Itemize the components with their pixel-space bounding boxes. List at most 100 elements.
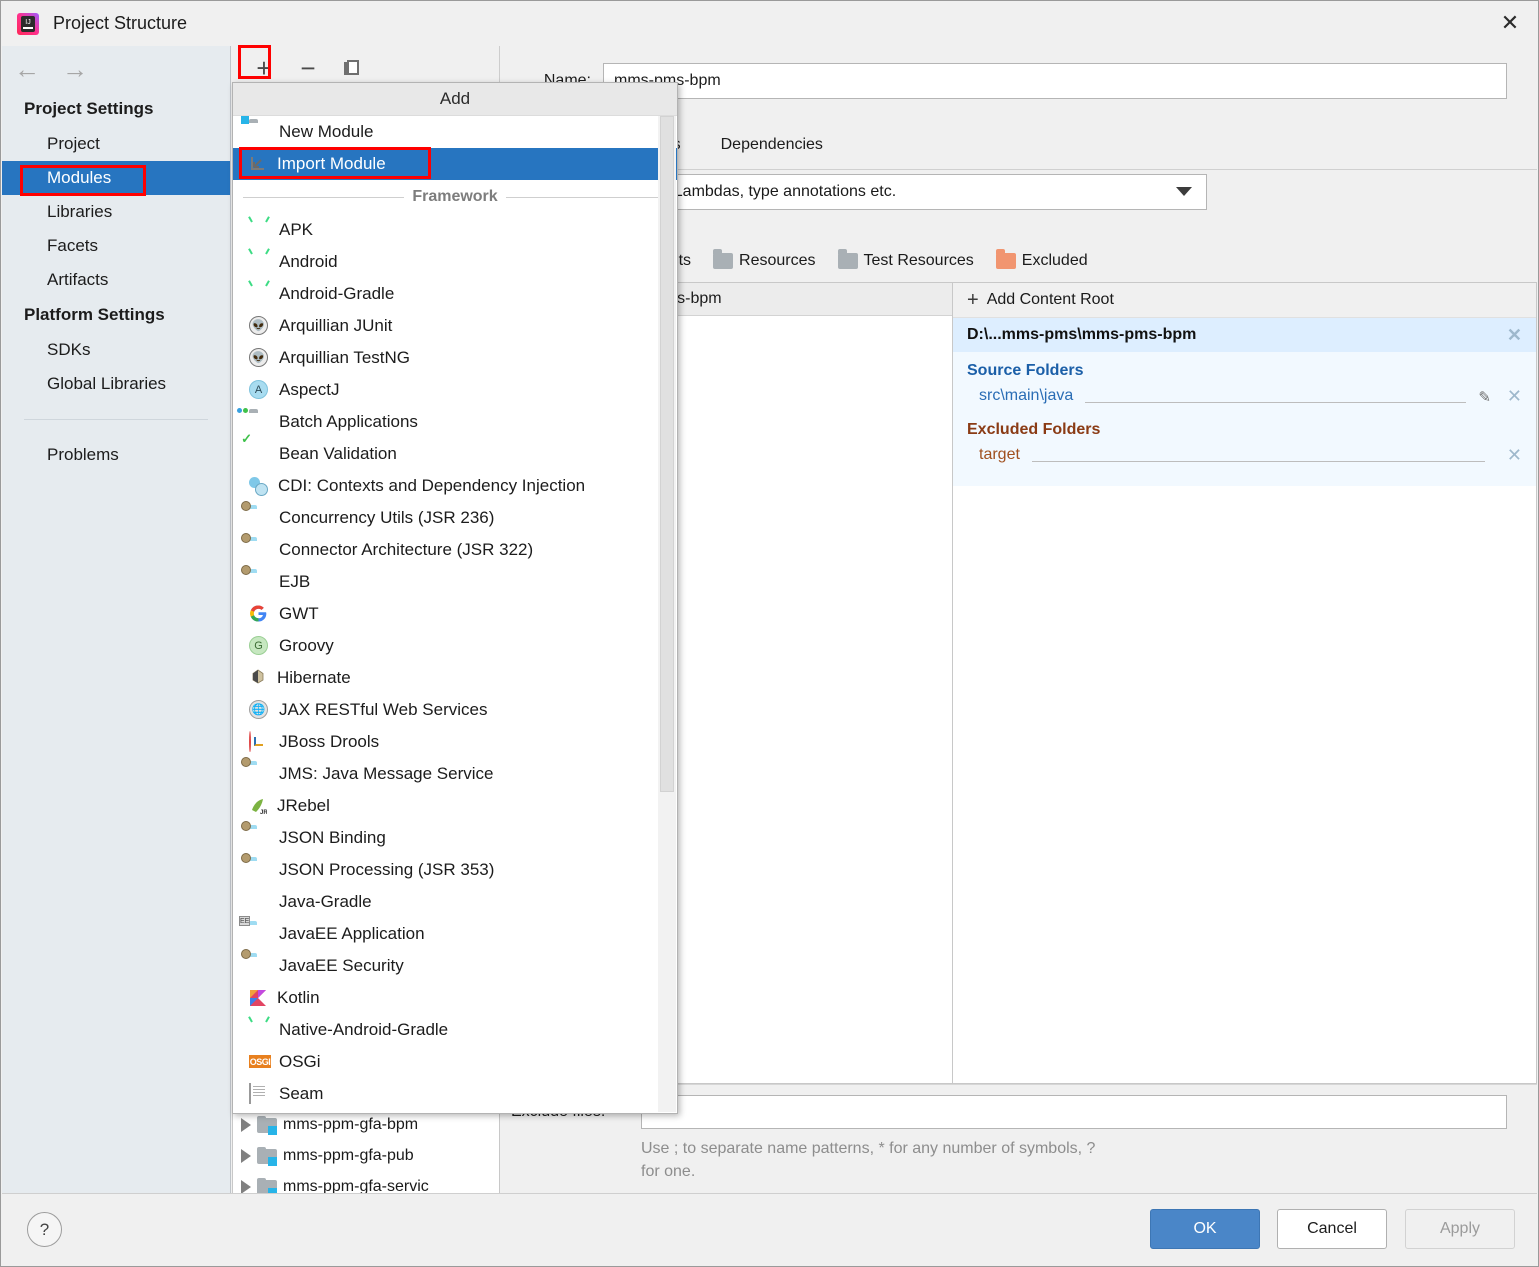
chevron-right-icon[interactable]: [241, 1118, 251, 1132]
menu-item-label: JavaEE Application: [279, 924, 425, 944]
menu-item-label: GWT: [279, 604, 319, 624]
cdi-icon: [249, 477, 268, 496]
apply-button[interactable]: Apply: [1405, 1209, 1515, 1249]
menu-item-ejb[interactable]: EJB: [233, 566, 677, 598]
help-button[interactable]: ?: [27, 1212, 62, 1247]
legend-resources[interactable]: Resources: [713, 252, 815, 270]
sidebar-item-problems[interactable]: Problems: [2, 438, 230, 472]
minus-icon[interactable]: −: [294, 54, 322, 82]
exclude-files-input[interactable]: [641, 1095, 1507, 1129]
menu-item-cdi[interactable]: CDI: Contexts and Dependency Injection: [233, 470, 677, 502]
add-content-root-button[interactable]: + Add Content Root: [953, 283, 1536, 318]
menu-item-spring-batch[interactable]: Spring Batch: [233, 1110, 677, 1114]
menu-item-label: New Module: [279, 122, 374, 142]
add-popup-menu: Add New Module Import Module Framework: [232, 82, 678, 1114]
menu-item-jboss-drools[interactable]: JBoss Drools: [233, 726, 677, 758]
module-name: mms-ppm-gfa-servic: [283, 1178, 429, 1195]
legend-resources-label: Resources: [739, 252, 815, 270]
menu-item-concurrency-utils[interactable]: Concurrency Utils (JSR 236): [233, 502, 677, 534]
window-title: Project Structure: [53, 13, 187, 34]
menu-item-arquillian-junit[interactable]: 👽 Arquillian JUnit: [233, 310, 677, 342]
sidebar-item-project[interactable]: Project: [2, 127, 230, 161]
language-level-select[interactable]: - Lambdas, type annotations etc.: [651, 174, 1207, 210]
arrow-right-icon[interactable]: →: [62, 56, 88, 82]
close-icon[interactable]: ✕: [1507, 386, 1522, 407]
plus-icon[interactable]: +: [250, 54, 278, 82]
menu-item-label: CDI: Contexts and Dependency Injection: [278, 476, 585, 496]
menu-item-apk[interactable]: APK: [233, 214, 677, 246]
menu-item-javaee-security[interactable]: JavaEE Security: [233, 950, 677, 982]
ok-button[interactable]: OK: [1150, 1209, 1260, 1249]
close-icon[interactable]: ✕: [1482, 1, 1538, 45]
javaee-icon: [249, 572, 269, 592]
menu-item-seam[interactable]: Seam: [233, 1078, 677, 1110]
menu-item-arquillian-testng[interactable]: 👽 Arquillian TestNG: [233, 342, 677, 374]
source-folder-row[interactable]: src\main\java ✎ ✕: [953, 382, 1536, 411]
tab-dependencies[interactable]: Dependencies: [721, 136, 823, 154]
module-name-input[interactable]: mms-pms-bpm: [603, 63, 1507, 99]
chevron-down-icon: [1176, 187, 1192, 196]
list-item[interactable]: mms-ppm-gfa-pub: [233, 1140, 499, 1171]
menu-item-hibernate[interactable]: Hibernate: [233, 662, 677, 694]
menu-item-java-gradle[interactable]: Java-Gradle: [233, 886, 677, 918]
excluded-folder-row[interactable]: target ✕: [953, 441, 1536, 470]
menu-item-label: JSON Binding: [279, 828, 386, 848]
chevron-right-icon[interactable]: [241, 1149, 251, 1163]
pencil-icon[interactable]: ✎: [1478, 388, 1491, 406]
navigation-arrows: ← →: [2, 46, 230, 91]
menu-item-connector-architecture[interactable]: Connector Architecture (JSR 322): [233, 534, 677, 566]
arrow-left-icon[interactable]: ←: [14, 56, 40, 82]
cancel-button[interactable]: Cancel: [1277, 1209, 1387, 1249]
sidebar-item-modules[interactable]: Modules: [2, 161, 230, 195]
module-name: mms-ppm-gfa-bpm: [283, 1116, 418, 1134]
menu-item-bean-validation[interactable]: Bean Validation: [233, 438, 677, 470]
popup-scrollbar-thumb[interactable]: [660, 116, 674, 792]
menu-item-new-module[interactable]: New Module: [233, 116, 677, 148]
menu-item-android[interactable]: Android: [233, 246, 677, 278]
javaee-icon: [249, 508, 269, 528]
menu-item-json-binding[interactable]: JSON Binding: [233, 822, 677, 854]
menu-item-json-processing[interactable]: JSON Processing (JSR 353): [233, 854, 677, 886]
menu-item-groovy[interactable]: G Groovy: [233, 630, 677, 662]
sidebar-item-facets[interactable]: Facets: [2, 229, 230, 263]
android-icon: [249, 284, 269, 304]
sidebar-item-global-libraries[interactable]: Global Libraries: [2, 367, 230, 401]
legend-excluded[interactable]: Excluded: [996, 252, 1088, 270]
menu-item-label: Hibernate: [277, 668, 351, 688]
list-item[interactable]: mms-ppm-gfa-servic: [233, 1171, 499, 1194]
copy-icon[interactable]: [338, 54, 366, 82]
menu-item-jms[interactable]: JMS: Java Message Service: [233, 758, 677, 790]
content-root-path: D:\...mms-pms\mms-pms-bpm: [967, 326, 1196, 344]
divider-line-left: [243, 197, 404, 198]
menu-item-kotlin[interactable]: Kotlin: [233, 982, 677, 1014]
menu-item-native-android-gradle[interactable]: Native-Android-Gradle: [233, 1014, 677, 1046]
menu-item-batch-applications[interactable]: Batch Applications: [233, 406, 677, 438]
menu-item-javaee-application[interactable]: EE JavaEE Application: [233, 918, 677, 950]
menu-item-gwt[interactable]: GWT: [233, 598, 677, 630]
menu-item-jax-restful[interactable]: 🌐 JAX RESTful Web Services: [233, 694, 677, 726]
content-root-detail-panel: + Add Content Root D:\...mms-pms\mms-pms…: [953, 282, 1537, 1084]
chevron-right-icon[interactable]: [241, 1180, 251, 1194]
menu-item-label: JAX RESTful Web Services: [279, 700, 487, 720]
row-underline: [1085, 390, 1466, 403]
sidebar-item-artifacts[interactable]: Artifacts: [2, 263, 230, 297]
close-icon[interactable]: ✕: [1507, 325, 1522, 346]
module-name: mms-ppm-gfa-pub: [283, 1147, 414, 1165]
row-underline: [1032, 449, 1485, 462]
menu-item-osgi[interactable]: OSGI OSGi: [233, 1046, 677, 1078]
sidebar-group-project-settings: Project Settings: [2, 91, 230, 127]
menu-item-android-gradle[interactable]: Android-Gradle: [233, 278, 677, 310]
android-icon: [249, 220, 269, 240]
exclude-files-hint: Use ; to separate name patterns, * for a…: [641, 1129, 1101, 1183]
close-icon[interactable]: ✕: [1507, 445, 1522, 466]
menu-item-aspectj[interactable]: A AspectJ: [233, 374, 677, 406]
content-root-header[interactable]: D:\...mms-pms\mms-pms-bpm ✕: [953, 318, 1536, 352]
sidebar-item-sdks[interactable]: SDKs: [2, 333, 230, 367]
javaee-icon: [249, 540, 269, 560]
popup-scrollbar[interactable]: [658, 116, 676, 1112]
menu-item-jrebel[interactable]: JR JRebel: [233, 790, 677, 822]
sidebar-item-libraries[interactable]: Libraries: [2, 195, 230, 229]
no-icon: [249, 892, 269, 912]
menu-item-import-module[interactable]: Import Module: [233, 148, 677, 180]
legend-test-resources[interactable]: Test Resources: [838, 252, 974, 270]
